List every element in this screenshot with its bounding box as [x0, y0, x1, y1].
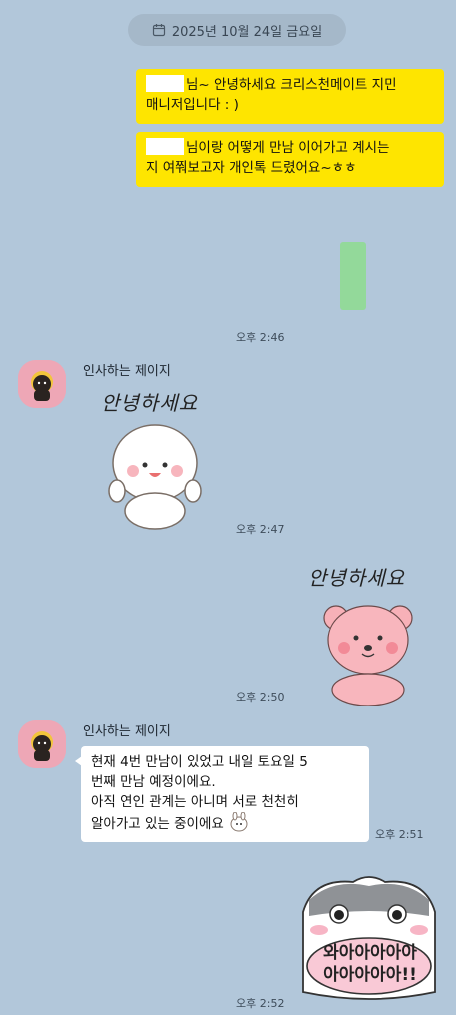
sticker-image — [302, 876, 436, 1000]
sticker[interactable]: 안녕하세요 — [95, 385, 235, 535]
sticker-caption: 안녕하세요 — [308, 566, 405, 590]
my-message-bubble[interactable]: 님~ 안녕하세요 크리스천메이트 지민 매니저입니다 : ) — [136, 69, 444, 124]
message-text: 현재 4번 만남이 있었고 내일 토요일 5 — [91, 754, 308, 770]
message-time: 오후 2:51 — [375, 828, 424, 841]
their-message-bubble[interactable]: 현재 4번 만남이 있었고 내일 토요일 5 번째 만남 예정이에요. 아직 연… — [75, 746, 369, 842]
avatar[interactable] — [18, 720, 66, 768]
message-time: 오후 2:50 — [236, 691, 285, 704]
date-divider: 2025년 10월 24일 금요일 — [128, 14, 346, 46]
sender-name: 인사하는 제이지 — [83, 364, 171, 379]
sticker-image — [108, 424, 202, 530]
date-label: 2025년 10월 24일 금요일 — [171, 24, 323, 40]
message-time: 오후 2:46 — [236, 331, 285, 344]
message-text: 알아가고 있는 중이에요 — [91, 816, 224, 832]
sticker-caption: 안녕하세요 — [101, 391, 198, 415]
calendar-icon — [152, 23, 166, 37]
bunny-emoticon-icon — [228, 811, 250, 838]
redacted-name — [146, 138, 184, 155]
message-text: 번째 만남 예정이에요. — [91, 774, 216, 790]
sender-name: 인사하는 제이지 — [83, 724, 171, 739]
sticker[interactable]: 안녕하세요 — [302, 560, 442, 710]
avatar[interactable] — [18, 360, 66, 408]
message-text: 아직 연인 관계는 아니며 서로 천천히 — [91, 794, 299, 810]
message-text: 매니저입니다 : ) — [146, 97, 239, 113]
bubble-tail — [75, 756, 82, 766]
message-text: 님이랑 어떻게 만남 이어가고 계시는 — [186, 140, 390, 156]
redacted-name — [146, 75, 184, 92]
my-message-bubble[interactable]: 님이랑 어떻게 만남 이어가고 계시는 지 여쭤보고자 개인톡 드렸어요~ㅎㅎ — [136, 132, 444, 187]
message-time: 오후 2:52 — [236, 997, 285, 1010]
message-text: 님~ 안녕하세요 크리스천메이트 지민 — [186, 77, 397, 93]
message-text: 지 여쭤보고자 개인톡 드렸어요~ㅎㅎ — [146, 160, 357, 176]
sticker-image — [323, 605, 413, 706]
message-time: 오후 2:47 — [236, 523, 285, 536]
image-attachment[interactable] — [340, 242, 366, 310]
sticker[interactable]: 와아아아아아 아아아아아!! — [293, 872, 445, 1007]
sticker-caption: 와아아아아아 아아아아아!! — [323, 943, 417, 985]
